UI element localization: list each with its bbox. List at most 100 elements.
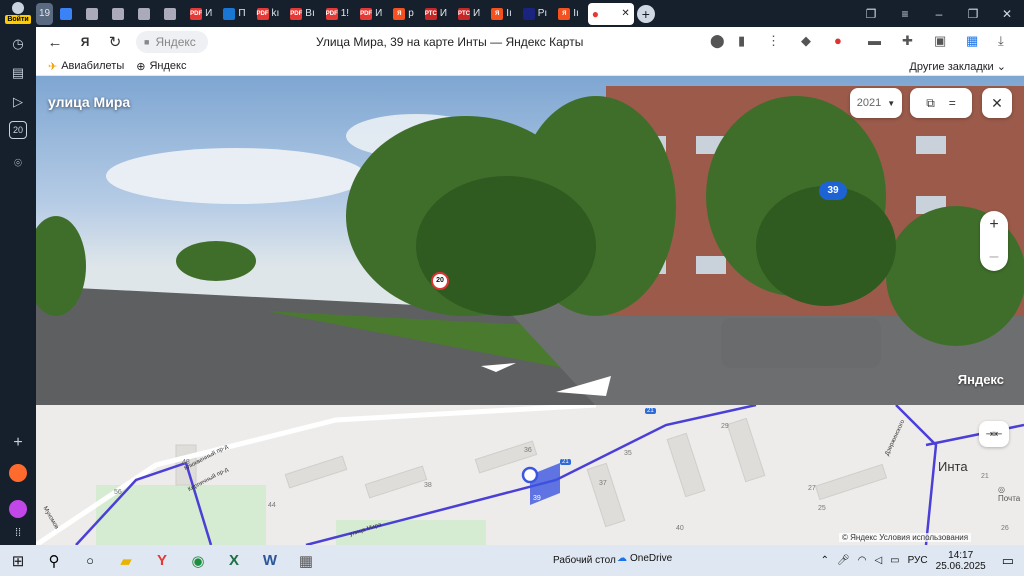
history-icon[interactable]: ◷ xyxy=(7,33,29,55)
house-label-21: 21 xyxy=(981,473,989,480)
video-icon[interactable]: ▷ xyxy=(7,91,29,113)
word-icon[interactable]: W xyxy=(252,545,288,576)
protect-extension-icon[interactable]: ◆ xyxy=(801,33,811,49)
new-tab-button[interactable]: + xyxy=(636,4,655,23)
tab-label: И xyxy=(375,8,383,19)
tab-label: Вı xyxy=(305,8,315,19)
zoom-controls: + – xyxy=(980,211,1008,271)
apps-grid-icon[interactable]: ⁞⁞ xyxy=(7,522,29,544)
tab-favicon-icon xyxy=(164,7,177,20)
house-label-37: 37 xyxy=(599,480,607,487)
bookmark-avia[interactable]: ✈ Авиабилеты xyxy=(48,60,124,73)
menu-icon[interactable]: = xyxy=(949,96,956,110)
tab-label: П xyxy=(238,8,246,19)
tab-5[interactable] xyxy=(160,3,183,25)
tab-1[interactable] xyxy=(56,3,79,25)
site-pill[interactable]: ■ Яндекс xyxy=(136,31,208,53)
tab-0[interactable]: 19 xyxy=(36,2,54,25)
search-icon[interactable]: ⚲ xyxy=(36,545,72,576)
extension-2-icon[interactable]: ● xyxy=(834,33,842,48)
zoom-out-icon[interactable]: – xyxy=(990,248,999,266)
tab-11[interactable]: PDF И xyxy=(356,3,386,25)
tab-2[interactable] xyxy=(82,3,105,25)
clock[interactable]: 14:17 25.06.2025 xyxy=(936,550,986,572)
tab-13[interactable]: РТС И xyxy=(421,3,451,25)
tab-7[interactable]: П xyxy=(219,3,249,25)
chevron-down-icon: ⌄ xyxy=(996,61,1006,73)
chrome-icon[interactable]: ◉ xyxy=(180,545,216,576)
tray-chevron-icon[interactable]: ⌃ xyxy=(821,555,829,566)
extensions-icon[interactable]: ✚ xyxy=(902,33,913,49)
yandex-browser-icon[interactable]: Y xyxy=(144,545,180,576)
menu-icon[interactable]: ≡ xyxy=(888,0,922,27)
page-title[interactable]: Улица Мира, 39 на карте Инты — Яндекс Ка… xyxy=(316,35,583,49)
volume-icon[interactable]: ◁ xyxy=(874,555,882,566)
house-label-29: 29 xyxy=(721,423,729,430)
tab-16[interactable]: Рı xyxy=(519,3,551,25)
expand-map-button[interactable]: ⇥⇤ xyxy=(979,421,1009,447)
bookmark-yandex[interactable]: ⊕ Яндекс xyxy=(136,60,186,73)
panorama-actions: ⧉ = xyxy=(910,88,972,118)
notifications-icon[interactable]: ▭ xyxy=(1002,553,1014,569)
wifi-icon[interactable]: ◠ xyxy=(858,555,867,566)
translate-icon[interactable]: ▦ xyxy=(966,33,978,49)
location-icon[interactable]: ⬤ xyxy=(710,33,725,49)
tab-3[interactable] xyxy=(108,3,131,25)
language-indicator[interactable]: РУС xyxy=(908,555,928,566)
close-window-icon[interactable]: ✕ xyxy=(990,0,1024,27)
calculator-icon[interactable]: ▦ xyxy=(288,545,324,576)
close-panorama-button[interactable]: ✕ xyxy=(982,88,1012,118)
tab-17[interactable]: Я Iı xyxy=(554,3,583,25)
year-select[interactable]: 2021 ▼ xyxy=(850,88,902,118)
map-attribution[interactable]: © Яндекс Условия использования xyxy=(839,533,972,542)
counter-badge[interactable]: 20 xyxy=(9,121,27,139)
mini-map[interactable]: Инта Кирпичный пр-д Клюквенный пр-д Дзер… xyxy=(36,405,1024,545)
panorama-scene xyxy=(36,86,1024,405)
microphone-icon[interactable]: 🎤︎ xyxy=(837,555,850,566)
house-label-38: 38 xyxy=(424,482,432,489)
tab-12[interactable]: Яр xyxy=(389,3,418,25)
open-external-icon[interactable]: ⧉ xyxy=(926,96,935,111)
tab-favicon-icon: РТС xyxy=(424,7,437,20)
more-icon[interactable]: ⋮ xyxy=(767,33,780,49)
yandex-home-icon[interactable]: Я xyxy=(70,35,100,49)
bookmark-icon[interactable]: ▮ xyxy=(738,33,745,49)
onedrive-group[interactable]: ☁ OneDrive xyxy=(617,553,672,564)
tab-active-maps[interactable]: ● ✕ xyxy=(587,2,634,25)
battery-icon[interactable]: ▭ xyxy=(890,555,899,566)
tab-manager-icon[interactable]: ❐ xyxy=(854,0,888,27)
tab-6[interactable]: PDF И xyxy=(186,3,216,25)
tab-15[interactable]: Я Iı xyxy=(487,3,516,25)
zoom-in-icon[interactable]: + xyxy=(989,216,998,234)
tab-10[interactable]: PDF 1! xyxy=(322,3,353,25)
task-view-icon[interactable]: ○ xyxy=(72,545,108,576)
lock-icon: ■ xyxy=(144,37,150,47)
excel-icon[interactable]: X xyxy=(216,545,252,576)
alice-app-icon[interactable] xyxy=(9,500,27,518)
extension-3-icon[interactable]: ▬ xyxy=(868,33,881,48)
tab-9[interactable]: PDF Вı xyxy=(286,3,318,25)
minimize-icon[interactable]: – xyxy=(922,0,956,27)
back-icon[interactable]: ← xyxy=(40,34,70,51)
camera-icon[interactable]: ⌾ xyxy=(7,152,29,174)
extension-5-icon[interactable]: ▣ xyxy=(934,33,946,49)
mail-app-icon[interactable] xyxy=(9,464,27,482)
file-explorer-icon[interactable]: ▰ xyxy=(108,545,144,576)
collections-icon[interactable]: ▤ xyxy=(7,62,29,84)
profile-button[interactable]: Войти xyxy=(5,2,31,26)
other-bookmarks[interactable]: Другие закладки ⌄ xyxy=(909,60,1006,73)
tab-4[interactable] xyxy=(134,3,157,25)
desktop-label[interactable]: Рабочий стол xyxy=(553,555,616,566)
reload-icon[interactable]: ↻ xyxy=(100,33,130,51)
tab-14[interactable]: РТС И xyxy=(454,3,484,25)
tab-close-icon[interactable]: ✕ xyxy=(621,8,629,19)
add-panel-icon[interactable]: + xyxy=(7,432,29,454)
bookmarks-bar: ✈ Авиабилеты ⊕ Яндекс Другие закладки ⌄ xyxy=(36,57,1024,76)
restore-icon[interactable]: ❐ xyxy=(956,0,990,27)
start-icon[interactable]: ⊞ xyxy=(0,545,36,576)
download-icon[interactable]: ⤓ xyxy=(998,33,1004,49)
house-number-badge[interactable]: 39 xyxy=(819,182,847,200)
tab-8[interactable]: PDF kı xyxy=(253,3,284,25)
street-panorama[interactable]: 20 улица Мира 2021 ▼ ⧉ = ✕ 39 + – Яндекс xyxy=(36,76,1024,405)
tab-label: 1! xyxy=(340,8,350,19)
